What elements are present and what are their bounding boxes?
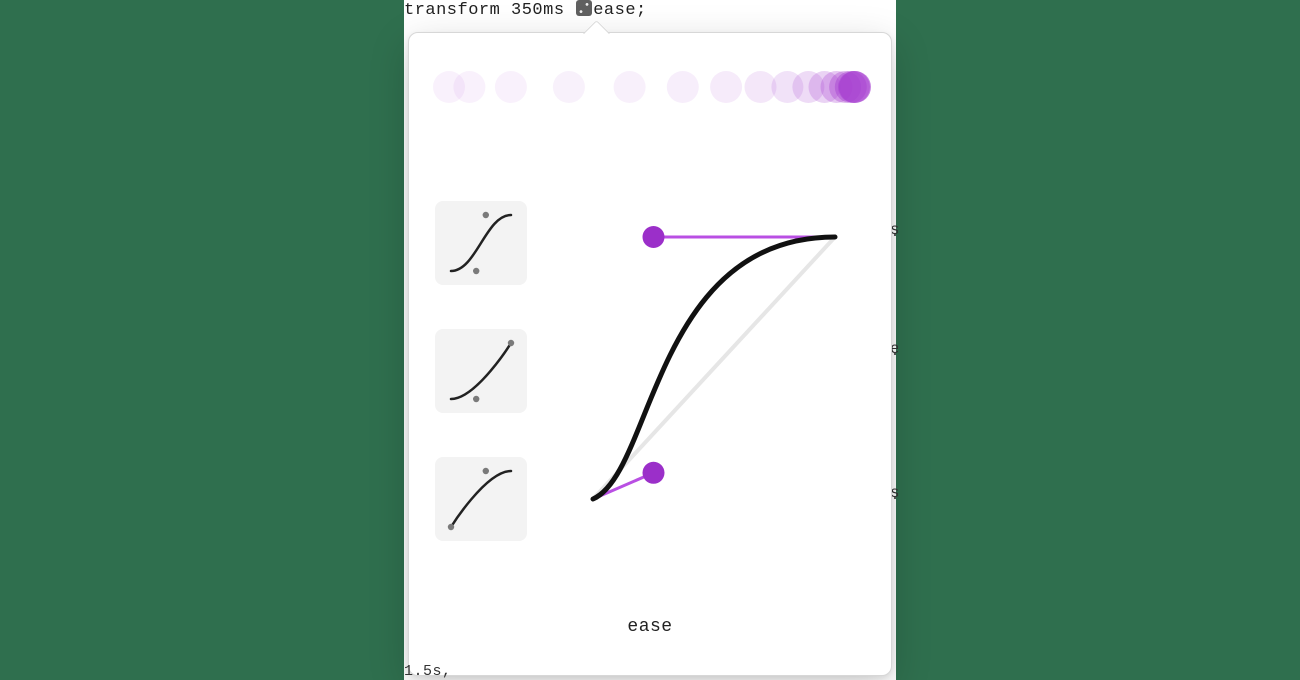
linear-guide-icon [593, 237, 835, 499]
code-suffix: ; [636, 1, 647, 20]
selected-curve-name: ease [409, 617, 891, 637]
popover-arrow-icon [583, 20, 610, 47]
trail-dot-icon [667, 71, 699, 103]
trail-dot-icon [710, 71, 742, 103]
handle-p2[interactable] [643, 226, 665, 248]
preset-handle-icon [508, 340, 514, 346]
preset-curve-icon [451, 215, 511, 271]
preset-ease-in-out[interactable] [435, 201, 527, 285]
preset-curve-icon [451, 471, 511, 527]
motion-trail-preview [425, 57, 875, 117]
bezier-swatch-icon[interactable] [576, 0, 592, 16]
preset-curve-icon [451, 343, 511, 399]
preset-handle-icon [483, 468, 489, 474]
stage: transform 350ms ease; ses ease 1.5s, [404, 0, 896, 680]
code-prefix: transform 350ms [404, 1, 575, 20]
preset-handle-icon [448, 524, 454, 530]
page-pillar-left [0, 0, 404, 680]
preset-list [435, 201, 535, 585]
handle-p1[interactable] [643, 462, 665, 484]
trail-dot-icon [839, 71, 871, 103]
bezier-editor-popover: ease [408, 32, 892, 676]
trail-dot-icon [614, 71, 646, 103]
preset-handle-icon [473, 396, 479, 402]
preset-ease-in[interactable] [435, 329, 527, 413]
code-peek-bottom: 1.5s, [404, 663, 452, 680]
code-value: ease [593, 1, 636, 20]
preset-handle-icon [483, 212, 489, 218]
trail-dot-icon [453, 71, 485, 103]
page-pillar-right [896, 0, 1300, 680]
trail-dot-icon [553, 71, 585, 103]
trail-dot-icon [495, 71, 527, 103]
bezier-curve-editor[interactable] [579, 213, 849, 513]
preset-handle-icon [473, 268, 479, 274]
css-transition-line: transform 350ms ease; [404, 0, 647, 20]
preset-ease-out[interactable] [435, 457, 527, 541]
